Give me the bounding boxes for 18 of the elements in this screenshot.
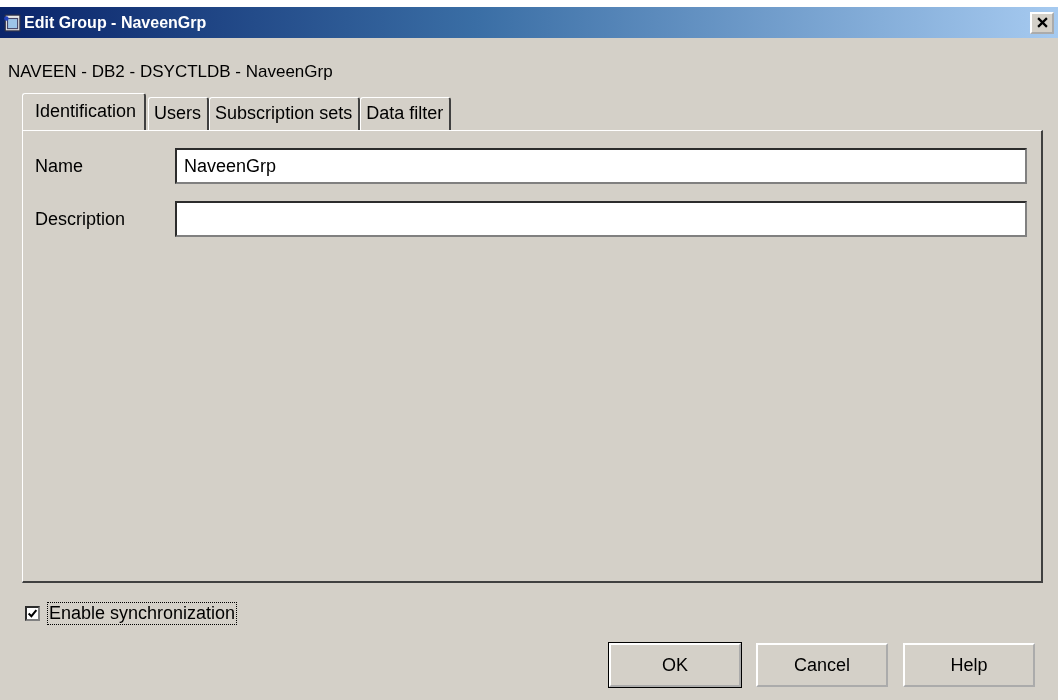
tab[interactable]: Subscription sets — [209, 97, 361, 130]
checkbox-label[interactable]: Enable synchronization — [47, 602, 238, 625]
close-button[interactable] — [1030, 11, 1054, 34]
field-label: Description — [35, 208, 127, 230]
field-label: Name — [35, 155, 84, 177]
dialog-button[interactable]: OK — [609, 643, 741, 687]
input-field[interactable] — [175, 201, 1027, 237]
window-title: Edit Group - NaveenGrp — [24, 13, 208, 32]
tab[interactable]: Users — [148, 97, 210, 130]
dialog-button[interactable]: Cancel — [756, 643, 888, 687]
tab[interactable]: Data filter — [360, 97, 452, 130]
dialog-button[interactable]: Help — [903, 643, 1035, 687]
window-icon — [3, 13, 21, 32]
input-field[interactable]: NaveenGrp — [175, 148, 1027, 184]
breadcrumb: NAVEEN - DB2 - DSYCTLDB - NaveenGrp — [8, 62, 334, 82]
close-icon — [1036, 17, 1048, 28]
checkbox[interactable] — [25, 606, 40, 621]
tab[interactable]: Identification — [22, 93, 147, 130]
